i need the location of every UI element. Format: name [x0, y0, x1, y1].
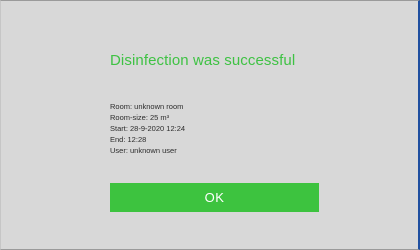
end-detail: End: 12:28 [110, 135, 147, 144]
dialog-title: Disinfection was successful [110, 52, 296, 69]
screen: Disinfection was successful Room: unknow… [0, 0, 420, 250]
start-detail: Start: 28-9-2020 12:24 [110, 124, 186, 133]
disinfection-details: Room: unknown room Room-size: 25 m³ Star… [110, 101, 185, 156]
user-detail: User: unknown user [110, 146, 177, 155]
room-detail: Room: unknown room [110, 102, 184, 111]
ok-button[interactable]: OK [110, 183, 319, 212]
room-size-detail: Room-size: 25 m³ [110, 113, 170, 122]
result-dialog: Disinfection was successful Room: unknow… [1, 1, 418, 249]
